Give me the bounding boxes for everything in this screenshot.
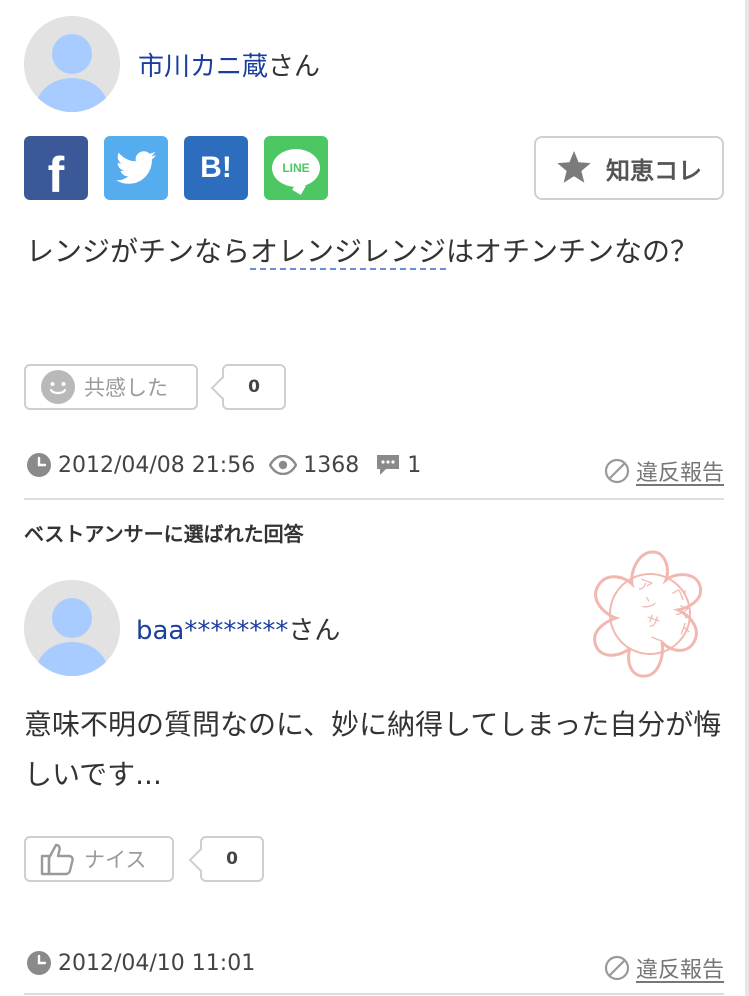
prohibited-icon xyxy=(604,955,630,981)
empathy-button[interactable]: 共感した xyxy=(24,364,198,410)
section-divider xyxy=(24,498,724,500)
line-icon-label: LINE xyxy=(282,161,310,175)
question-report-label: 違反報告 xyxy=(636,461,725,486)
answer-username-name[interactable]: baa******** xyxy=(136,616,288,646)
twitter-share-button[interactable] xyxy=(104,136,168,200)
empathy-label: 共感した xyxy=(84,376,168,400)
nice-count: 0 xyxy=(200,836,264,882)
question-body: レンジがチンならオレンジレンジはオチンチンなの？ xyxy=(26,228,726,276)
chie-collection-button[interactable]: 知恵コレ xyxy=(534,136,724,200)
nice-count-value: 0 xyxy=(226,849,238,869)
answer-username[interactable]: baa********さん xyxy=(136,610,340,647)
view-count: 1368 xyxy=(303,452,360,478)
empathy-count: 0 xyxy=(222,364,286,410)
line-bubble-icon: LINE xyxy=(272,149,320,195)
question-username[interactable]: 市川カニ蔵さん xyxy=(138,46,320,83)
star-icon xyxy=(557,151,591,183)
question-date: 2012/04/08 21:56 xyxy=(58,452,256,478)
answer-body: 意味不明の質問なのに、妙に納得してしまった自分が悔しいです... xyxy=(24,708,722,791)
thumbs-up-icon xyxy=(40,843,74,876)
question-report-link[interactable]: 違反報告 xyxy=(604,455,724,487)
answer-avatar[interactable] xyxy=(24,580,120,676)
answer-report-label: 違反報告 xyxy=(636,958,725,983)
question-avatar[interactable] xyxy=(24,16,120,112)
question-username-name[interactable]: 市川カニ蔵 xyxy=(138,52,268,82)
answer-report-link[interactable]: 違反報告 xyxy=(604,952,724,984)
scrollbar-edge xyxy=(745,0,749,996)
question-text-before: レンジがチンなら xyxy=(26,235,251,268)
facebook-share-button[interactable]: f xyxy=(24,136,88,203)
question-meta: 2012/04/08 21:56 1368 1 xyxy=(26,452,421,478)
empathy-count-value: 0 xyxy=(248,377,260,397)
answer-meta: 2012/04/10 11:01 xyxy=(26,950,255,976)
user-silhouette-icon xyxy=(24,16,120,112)
smile-face-icon xyxy=(41,370,75,404)
bottom-divider xyxy=(24,993,724,995)
nice-button[interactable]: ナイス xyxy=(24,836,174,882)
facebook-icon: f xyxy=(47,147,65,203)
line-share-button[interactable]: LINE xyxy=(264,136,328,200)
nice-label: ナイス xyxy=(84,848,147,872)
eye-icon xyxy=(269,455,298,475)
answer-count: 1 xyxy=(407,452,422,478)
clock-icon xyxy=(27,453,51,477)
keyword-link[interactable]: オレンジレンジ xyxy=(250,235,447,270)
comment-icon xyxy=(377,455,400,475)
user-silhouette-icon xyxy=(24,580,120,676)
hatena-bookmark-button[interactable]: B! xyxy=(184,136,248,200)
question-text-after: はオチンチンなの？ xyxy=(446,235,699,268)
answer-username-suffix: さん xyxy=(288,616,341,646)
hatena-icon: B! xyxy=(200,151,232,184)
clock-icon xyxy=(27,951,51,975)
best-answer-stamp-icon: ベ ス ト ア ン サ ー xyxy=(593,550,703,678)
twitter-bird-icon xyxy=(116,151,156,184)
svg-text:ト: ト xyxy=(675,619,695,641)
prohibited-icon xyxy=(604,458,630,484)
best-answer-heading: ベストアンサーに選ばれた回答 xyxy=(24,522,304,546)
chie-button-label: 知恵コレ xyxy=(606,156,702,185)
question-username-suffix: さん xyxy=(268,52,321,82)
answer-date: 2012/04/10 11:01 xyxy=(58,950,256,976)
